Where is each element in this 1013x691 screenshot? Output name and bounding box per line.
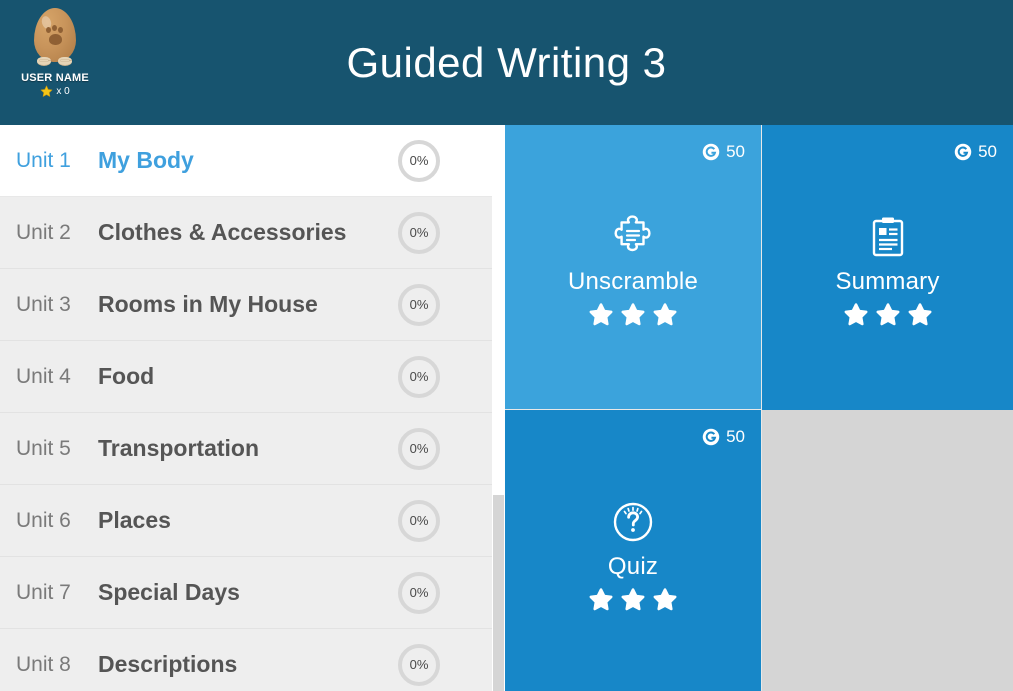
progress-label: 0% xyxy=(409,297,429,312)
app-header: USER NAME x 0 Guided Writing 3 xyxy=(0,0,1013,125)
star-icon xyxy=(621,303,645,326)
unit-title-label: Transportation xyxy=(98,435,260,461)
activity-label: Unscramble xyxy=(567,268,699,295)
activity-content: Summary xyxy=(835,213,939,328)
avatar-foot-right-icon xyxy=(58,57,72,66)
activity-grid: 50 Unscramble 50 Summary 50 Quiz xyxy=(505,125,1013,691)
sidebar-item-unit-4[interactable]: Unit 4 Food 0% xyxy=(0,341,492,413)
scrollbar-thumb[interactable] xyxy=(493,125,504,495)
progress-label: 0% xyxy=(409,153,429,168)
star-icon xyxy=(653,303,677,326)
progress-label: 0% xyxy=(409,513,429,528)
progress-label: 0% xyxy=(409,585,429,600)
activity-tile-empty xyxy=(762,410,1013,691)
star-rating xyxy=(588,302,678,328)
star-icon xyxy=(908,303,931,326)
unit-title-label: Clothes & Accessories xyxy=(98,219,347,245)
unit-number-label: Unit 5 xyxy=(16,436,71,460)
star-icon xyxy=(844,303,867,326)
progress-label: 0% xyxy=(409,225,429,240)
user-profile[interactable]: USER NAME x 0 xyxy=(0,8,110,98)
unit-title-label: My Body xyxy=(98,147,194,173)
unit-title-label: Places xyxy=(98,507,171,533)
progress-ring: 0% xyxy=(398,571,440,614)
unit-number-label: Unit 8 xyxy=(16,652,71,676)
coin-badge: 50 xyxy=(702,142,745,162)
question-mark-circle-icon xyxy=(613,502,653,542)
sidebar-scrollbar[interactable] xyxy=(493,125,504,691)
star-icon xyxy=(589,303,613,326)
progress-label: 0% xyxy=(409,657,429,672)
unit-number-label: Unit 2 xyxy=(16,220,71,244)
unit-title-label: Special Days xyxy=(98,579,240,605)
sidebar-item-unit-6[interactable]: Unit 6 Places 0% xyxy=(0,485,492,557)
activity-content: Quiz xyxy=(588,498,678,613)
activity-tile-summary[interactable]: 50 Summary xyxy=(762,125,1013,410)
star-icon xyxy=(653,588,677,611)
avatar xyxy=(29,8,81,70)
star-counter: x 0 xyxy=(40,85,70,98)
unit-title-label: Food xyxy=(98,363,155,389)
sidebar-item-unit-1[interactable]: Unit 1 My Body 0% xyxy=(0,125,492,197)
unit-number-label: Unit 6 xyxy=(16,508,71,532)
unit-list[interactable]: Unit 1 My Body 0% Unit 2 Clothes & Acces… xyxy=(0,125,492,691)
paw-toe-icon xyxy=(52,25,57,31)
coin-badge: 50 xyxy=(702,427,745,447)
progress-ring: 0% xyxy=(398,643,440,686)
star-icon xyxy=(41,85,53,97)
unit-number-label: Unit 3 xyxy=(16,292,71,316)
coin-value-label: 50 xyxy=(978,142,997,161)
sidebar-item-unit-8[interactable]: Unit 8 Descriptions 0% xyxy=(0,629,492,691)
progress-ring: 0% xyxy=(398,283,440,326)
star-rating xyxy=(843,302,933,328)
activity-content: Unscramble xyxy=(568,213,698,328)
paw-toe-icon xyxy=(46,27,51,33)
page-title: Guided Writing 3 xyxy=(346,38,667,86)
activity-tile-quiz[interactable]: 50 Quiz xyxy=(505,410,762,691)
activity-label: Quiz xyxy=(607,553,659,580)
coin-badge: 50 xyxy=(954,142,997,162)
puzzle-piece-icon xyxy=(614,215,651,252)
sidebar-item-unit-2[interactable]: Unit 2 Clothes & Accessories 0% xyxy=(0,197,492,269)
activity-label: Summary xyxy=(835,268,940,295)
unit-title-label: Rooms in My House xyxy=(98,291,318,317)
star-icon xyxy=(876,303,899,326)
coin-icon xyxy=(702,428,720,446)
unit-number-label: Unit 4 xyxy=(16,364,71,388)
coin-value-label: 50 xyxy=(726,142,745,161)
progress-ring: 0% xyxy=(398,139,440,182)
star-icon xyxy=(621,588,645,611)
user-name-label: USER NAME xyxy=(21,72,89,84)
coin-icon xyxy=(954,143,972,161)
progress-label: 0% xyxy=(409,369,429,384)
sidebar-item-unit-7[interactable]: Unit 7 Special Days 0% xyxy=(0,557,492,629)
progress-label: 0% xyxy=(409,441,429,456)
clipboard-document-icon xyxy=(872,217,903,257)
unit-title-label: Descriptions xyxy=(98,651,238,677)
paw-pad-icon xyxy=(49,34,62,45)
coin-icon xyxy=(702,143,720,161)
unit-number-label: Unit 7 xyxy=(16,580,71,604)
progress-ring: 0% xyxy=(398,427,440,470)
avatar-foot-left-icon xyxy=(37,57,51,66)
progress-ring: 0% xyxy=(398,211,440,254)
activity-tile-unscramble[interactable]: 50 Unscramble xyxy=(505,125,762,410)
star-icon xyxy=(589,588,613,611)
star-rating xyxy=(588,587,678,613)
unit-number-label: Unit 1 xyxy=(16,148,71,172)
sidebar-item-unit-3[interactable]: Unit 3 Rooms in My House 0% xyxy=(0,269,492,341)
progress-ring: 0% xyxy=(398,499,440,542)
star-count-label: x 0 xyxy=(56,86,70,97)
app-root: USER NAME x 0 Guided Writing 3 Unit 1 My… xyxy=(0,0,1013,691)
paw-toe-icon xyxy=(58,27,63,33)
progress-ring: 0% xyxy=(398,355,440,398)
sidebar-item-unit-5[interactable]: Unit 5 Transportation 0% xyxy=(0,413,492,485)
coin-value-label: 50 xyxy=(726,427,745,446)
